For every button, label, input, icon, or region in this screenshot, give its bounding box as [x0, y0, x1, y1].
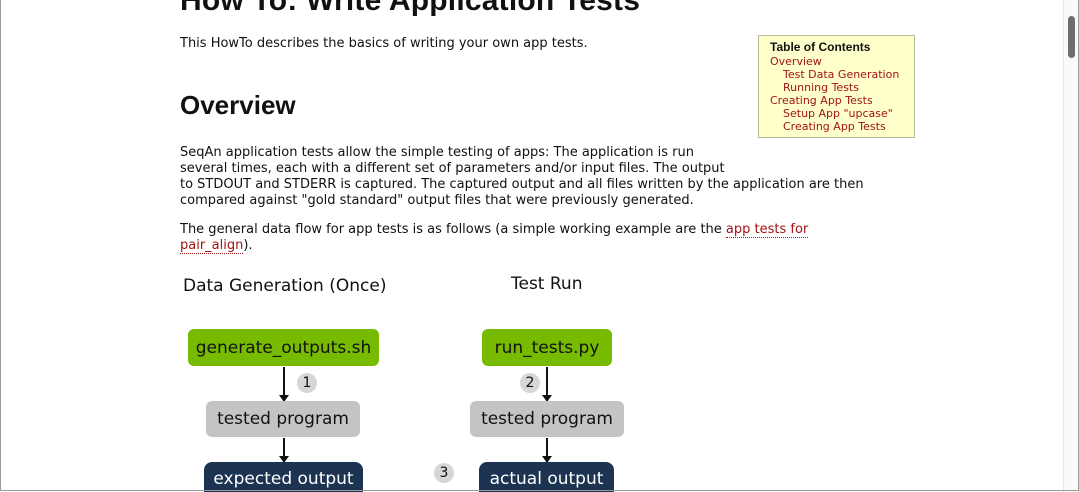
generate-outputs-box: generate_outputs.sh — [188, 329, 379, 366]
section-heading-overview: Overview — [180, 90, 296, 120]
overview-line-4: compared against "gold standard" output … — [180, 193, 694, 208]
toc-title: Table of Contents — [770, 40, 871, 54]
arrow-right-1 — [542, 367, 552, 402]
overview-paragraph: SeqAn application tests allow the simple… — [180, 145, 864, 209]
page-content: How To: Write Application Tests This How… — [0, 0, 1064, 492]
app-tests-link-part1[interactable]: app tests for — [725, 222, 809, 238]
diagram-right-title: Test Run — [511, 274, 583, 294]
step-2-badge: 2 — [520, 373, 540, 393]
expected-output-box: expected output — [204, 462, 363, 492]
data-flow-text: The general data flow for app tests is a… — [180, 222, 726, 237]
toc-link-overview[interactable]: Overview — [770, 55, 914, 68]
page-title: How To: Write Application Tests — [180, 0, 641, 17]
run-tests-box: run_tests.py — [482, 329, 612, 366]
actual-output-box: actual output — [479, 462, 614, 492]
overview-line-2: several times, each with a different set… — [180, 161, 725, 176]
toc-link-test-data-generation[interactable]: Test Data Generation — [770, 68, 914, 81]
arrow-left-1 — [279, 367, 289, 402]
data-flow-text-end: ). — [243, 238, 253, 253]
scrollbar-thumb[interactable] — [1068, 16, 1075, 58]
right-tested-program-box: tested program — [470, 401, 624, 437]
data-flow-paragraph: The general data flow for app tests is a… — [180, 222, 809, 254]
toc-link-running-tests[interactable]: Running Tests — [770, 81, 914, 94]
overview-line-1: SeqAn application tests allow the simple… — [180, 145, 695, 160]
toc-link-setup-app-upcase[interactable]: Setup App "upcase" — [770, 107, 914, 120]
left-tested-program-box: tested program — [206, 401, 360, 437]
step-3-badge: 3 — [434, 463, 454, 483]
intro-text: This HowTo describes the basics of writi… — [180, 36, 588, 51]
arrow-right-2 — [542, 438, 552, 463]
toc-link-creating-app-tests-sub[interactable]: Creating App Tests — [770, 120, 914, 133]
arrow-left-2 — [279, 438, 289, 463]
app-tests-link-part2[interactable]: pair_align — [180, 238, 244, 254]
overview-line-3: to STDOUT and STDERR is captured. The ca… — [180, 177, 864, 192]
vertical-scrollbar[interactable] — [1063, 0, 1079, 492]
diagram-left-title: Data Generation (Once) — [183, 276, 387, 296]
step-1-badge: 1 — [297, 373, 317, 393]
table-of-contents: Table of Contents Overview Test Data Gen… — [758, 35, 915, 138]
toc-link-creating-app-tests[interactable]: Creating App Tests — [770, 94, 914, 107]
